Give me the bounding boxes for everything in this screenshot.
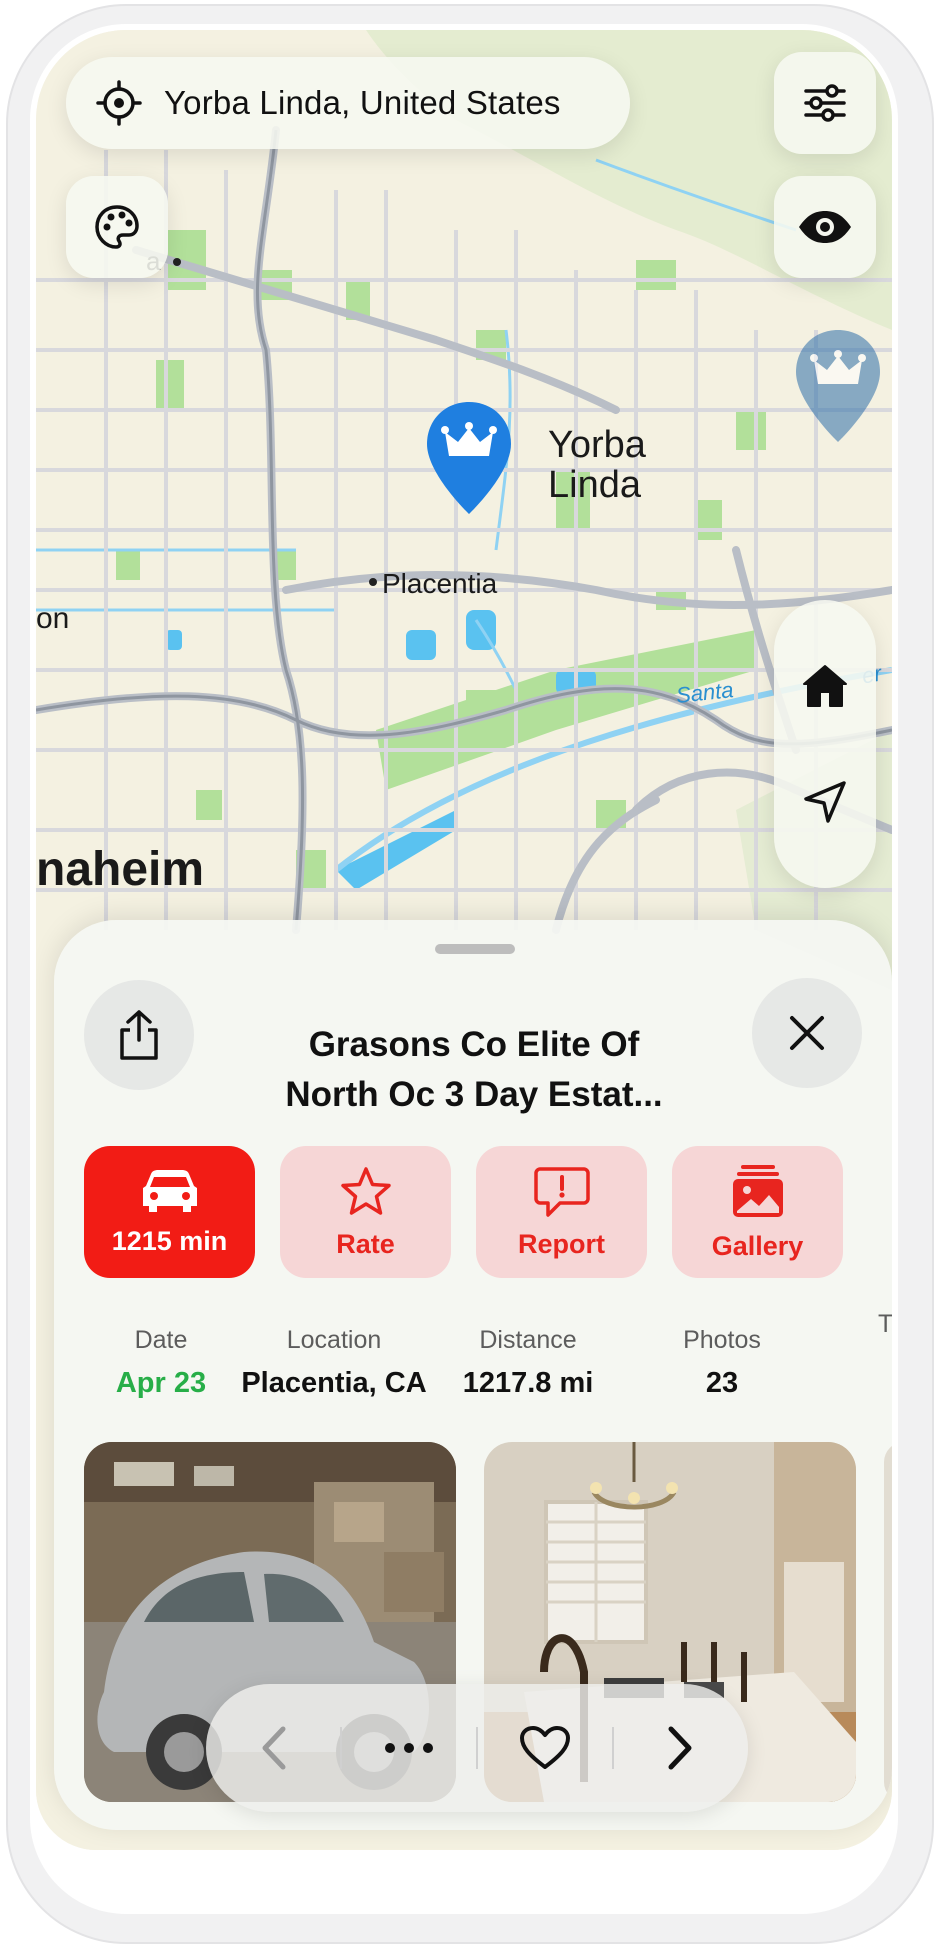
gallery-button[interactable]: Gallery (672, 1146, 843, 1278)
share-button[interactable] (84, 980, 194, 1090)
stat-date-value: Apr 23 (115, 1367, 207, 1399)
app-screen: Yorba Linda Placentia naheim on a Santa … (36, 30, 892, 1850)
stat-location-value: Placentia, CA (241, 1367, 427, 1399)
map-label-placentia: Placentia (382, 568, 498, 599)
map-label-anaheim: naheim (36, 843, 205, 896)
stat-distance-value: 1217.8 mi (462, 1367, 594, 1399)
chevron-right-icon (668, 1726, 692, 1770)
stat-date: Date Apr 23 (61, 1326, 261, 1400)
card-navigation-bar (206, 1684, 748, 1812)
filter-button[interactable] (774, 52, 876, 154)
stat-distance: Distance 1217.8 mi (428, 1326, 628, 1400)
map-style-button[interactable] (66, 176, 168, 278)
place-detail-sheet: Grasons Co Elite Of North Oc 3 Day Estat… (54, 920, 892, 1830)
map-label-yorba: Yorba (548, 424, 646, 466)
sliders-icon (804, 84, 846, 122)
visibility-button[interactable] (774, 176, 876, 278)
previous-button[interactable] (206, 1684, 340, 1812)
share-icon (120, 1010, 158, 1060)
partial-right-edge-label: T (878, 1310, 892, 1338)
rate-button[interactable]: Rate (280, 1146, 451, 1278)
map-label-partial-left: on (36, 602, 70, 635)
location-search-text: Yorba Linda, United States (164, 84, 561, 121)
crosshair-icon (96, 80, 142, 126)
place-title-line1: Grasons Co Elite Of (308, 1025, 640, 1064)
report-icon (533, 1166, 590, 1217)
home-icon[interactable] (802, 664, 848, 708)
stat-photos-value: 23 (705, 1367, 739, 1399)
stat-location: Location Placentia, CA (234, 1326, 434, 1400)
stat-photos: Photos 23 (622, 1326, 822, 1400)
map-pin-selected[interactable] (425, 400, 513, 516)
star-icon (340, 1166, 391, 1215)
map-label-yorba-linda: Yorba Linda (548, 425, 646, 505)
report-button[interactable]: Report (476, 1146, 647, 1278)
report-label: Report (518, 1228, 605, 1259)
map-label-linda: Linda (548, 464, 641, 506)
drive-time-button[interactable]: 1215 min (84, 1146, 255, 1278)
device-screen-bezel: Yorba Linda Placentia naheim on a Santa … (30, 24, 898, 1914)
palette-icon (95, 205, 139, 249)
gallery-label: Gallery (711, 1230, 804, 1261)
location-search-bar[interactable]: Yorba Linda, United States (66, 57, 630, 149)
stat-photos-key: Photos (683, 1326, 761, 1354)
gallery-icon (732, 1164, 783, 1217)
more-button[interactable] (342, 1684, 476, 1812)
map-pin[interactable] (794, 328, 882, 444)
photo-partial-next[interactable] (884, 1442, 892, 1802)
close-icon (790, 1016, 824, 1050)
heart-icon (520, 1726, 570, 1769)
next-button[interactable] (614, 1684, 748, 1812)
place-title-line2: North Oc 3 Day Estat... (285, 1075, 663, 1114)
car-icon (142, 1169, 197, 1212)
map-side-controls (774, 600, 876, 888)
favorite-button[interactable] (478, 1684, 612, 1812)
place-title: Grasons Co Elite Of North Oc 3 Day Estat… (224, 1020, 724, 1120)
drive-time-label: 1215 min (111, 1225, 228, 1256)
location-arrow-icon[interactable] (802, 779, 848, 825)
stat-location-key: Location (286, 1326, 382, 1354)
stat-date-key: Date (134, 1326, 188, 1354)
more-icon (385, 1743, 433, 1753)
rate-label: Rate (336, 1228, 395, 1259)
stat-distance-key: Distance (479, 1326, 577, 1354)
chevron-left-icon (262, 1726, 286, 1770)
eye-icon (799, 211, 851, 243)
close-button[interactable] (752, 978, 862, 1088)
sheet-grabber[interactable] (435, 944, 515, 954)
